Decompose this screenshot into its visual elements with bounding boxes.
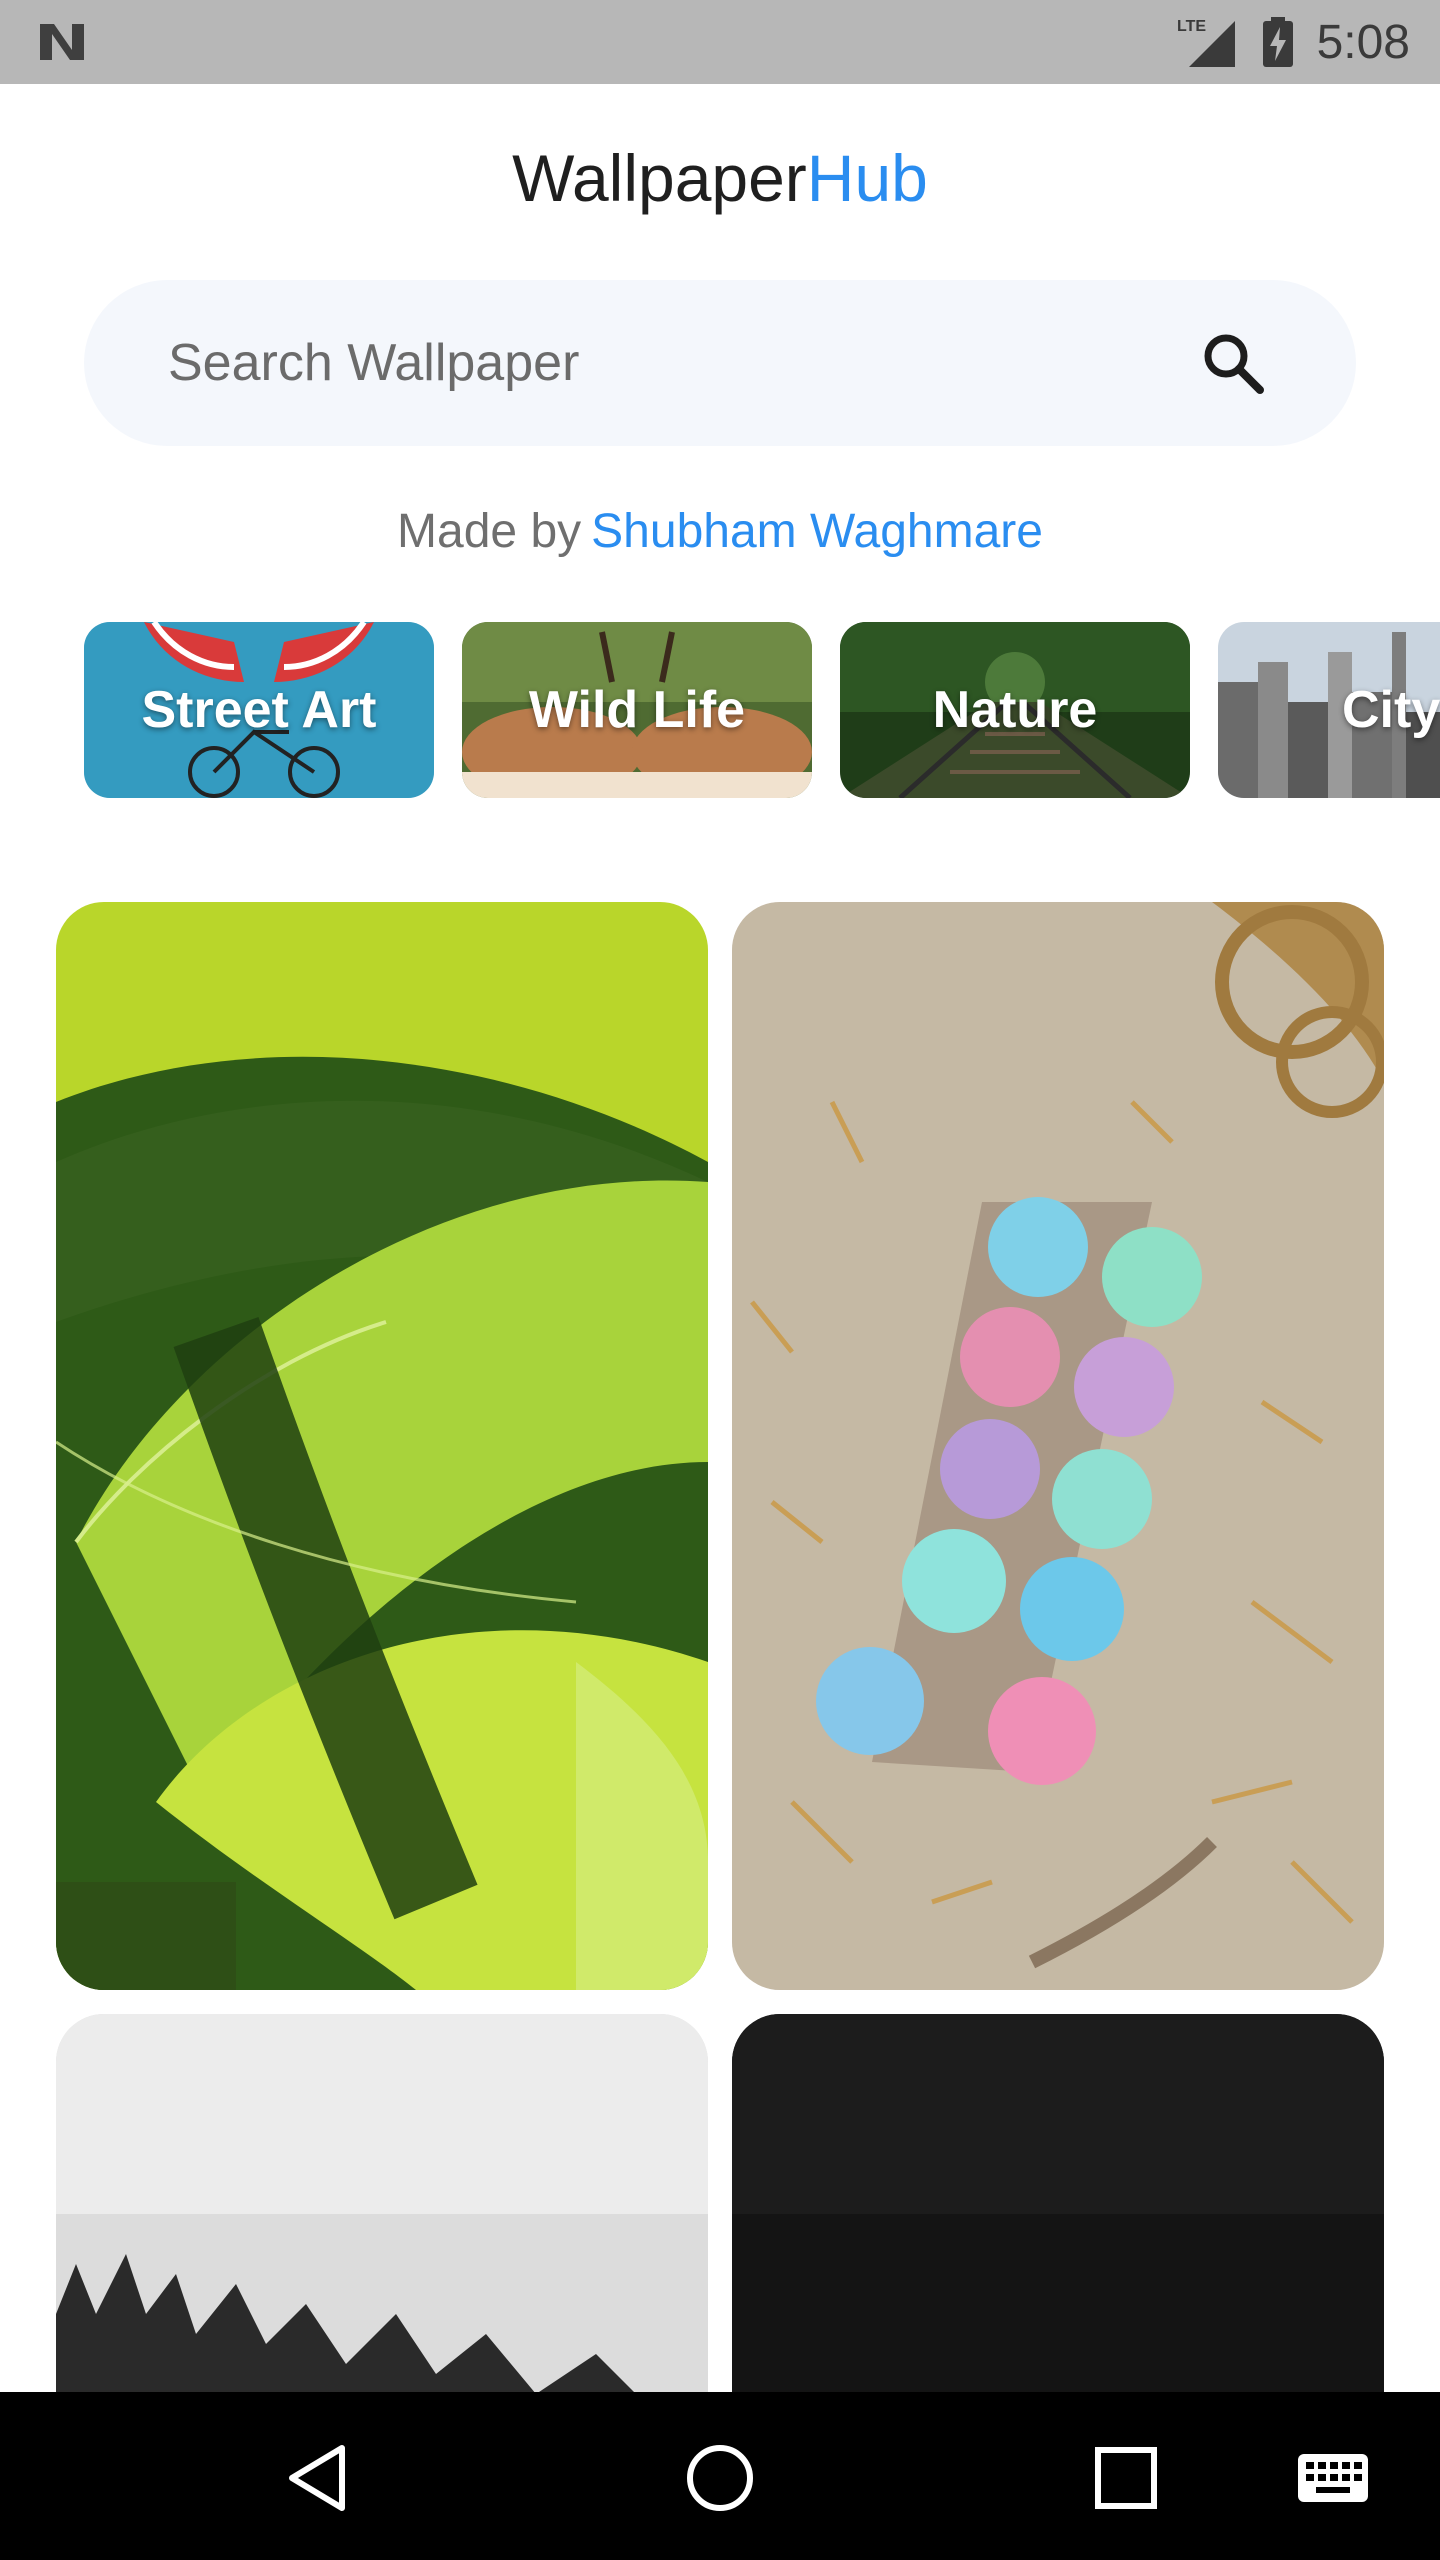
home-icon[interactable] [682,2440,758,2516]
battery-charging-icon [1262,17,1293,67]
app-title-accent: Hub [806,141,928,215]
author-link[interactable]: Shubham Waghmare [591,505,1043,558]
category-wild-life[interactable]: Wild Life [462,622,812,798]
credit-prefix: Made by [397,505,582,558]
wallpaper-leaves-image [56,902,708,1990]
lte-signal-icon: LTE [1177,18,1235,67]
app-title-main: Wallpaper [512,141,807,215]
category-label: Nature [932,681,1098,739]
category-list: Street Art Wild Life Nature City [84,622,1440,798]
status-bar: LTE 5:08 [0,0,1440,84]
wallpaper-tile-1[interactable] [56,902,708,1990]
status-icons: LTE 5:08 [1177,0,1410,84]
back-icon[interactable] [280,2440,356,2516]
status-time: 5:08 [1316,15,1410,69]
keyboard-icon[interactable] [1296,2440,1370,2516]
recents-icon[interactable] [1088,2440,1164,2516]
notification-n-icon [40,24,84,60]
search-icon[interactable] [1200,330,1266,396]
app-title: WallpaperHub [0,140,1440,216]
category-street-art[interactable]: Street Art [84,622,434,798]
search-bar [84,280,1356,446]
category-nature[interactable]: Nature [840,622,1190,798]
credit-line: Made by Shubham Waghmare [0,504,1440,559]
category-label: City [1342,681,1440,739]
svg-text:LTE: LTE [1177,18,1206,35]
navigation-bar [0,2392,1440,2560]
search-input[interactable] [168,280,1168,446]
category-city[interactable]: City [1218,622,1440,798]
wallpaper-eggs-image [732,902,1384,1990]
category-label: Street Art [141,681,377,739]
category-label: Wild Life [528,681,746,739]
wallpaper-tile-2[interactable] [732,902,1384,1990]
